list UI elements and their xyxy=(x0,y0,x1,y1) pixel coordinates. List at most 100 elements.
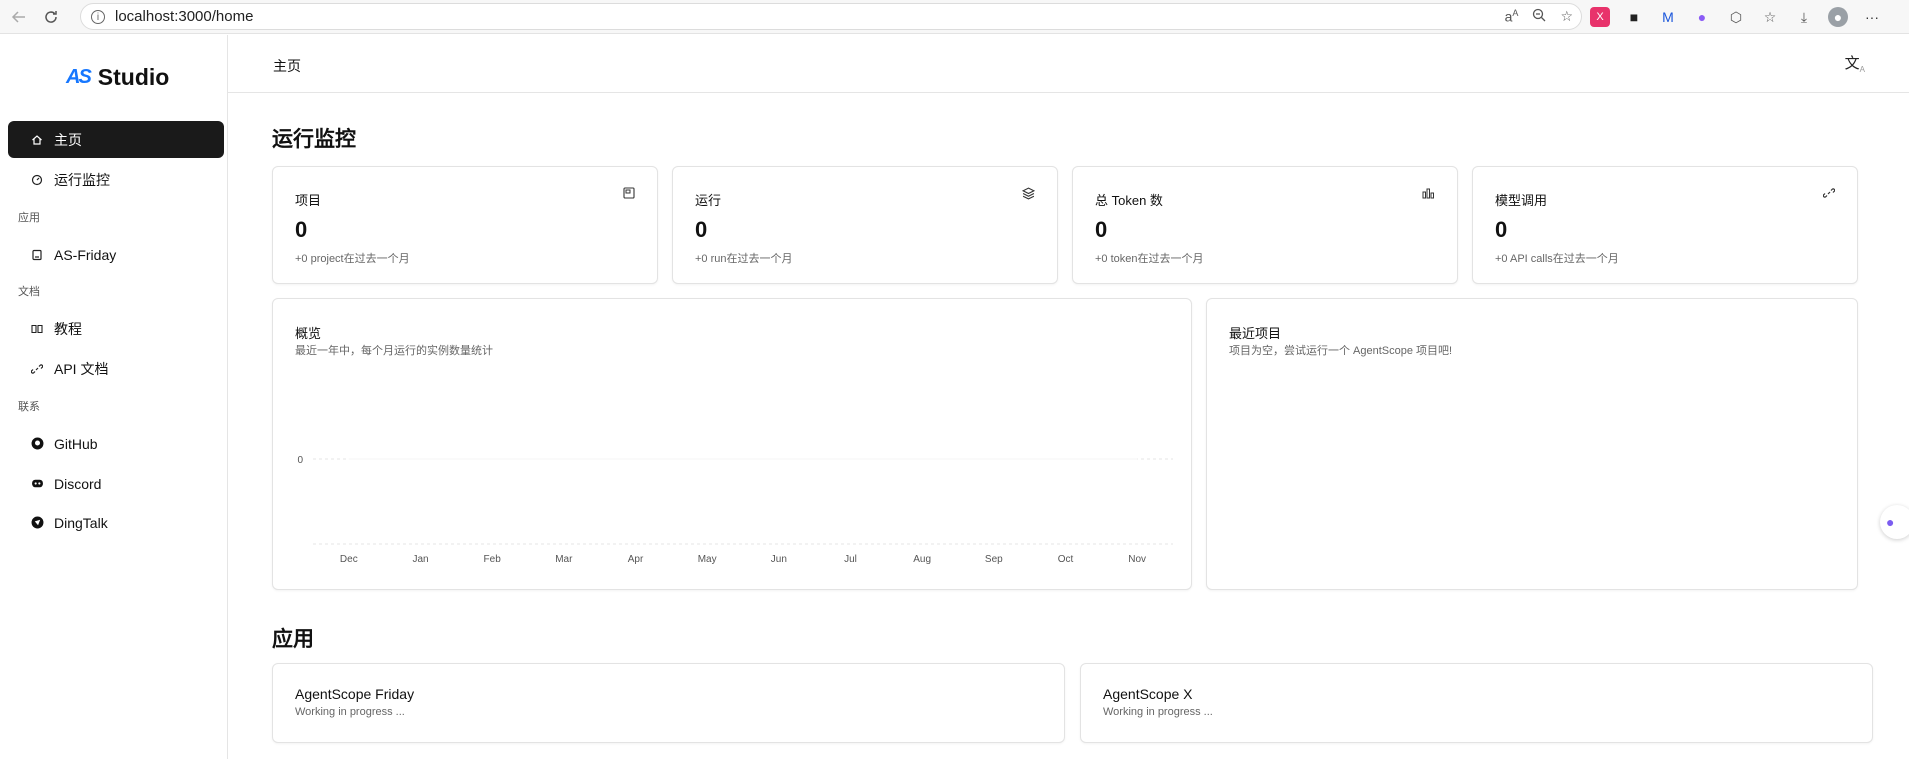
favorite-icon[interactable]: ☆ xyxy=(1560,8,1573,25)
zoom-icon[interactable] xyxy=(1532,8,1546,25)
sidebar-item-github[interactable]: GitHub xyxy=(8,425,224,462)
overview-subtitle: 最近一年中，每个月运行的实例数量统计 xyxy=(295,345,493,357)
x-tick-label: Dec xyxy=(340,554,358,565)
section-title-apps: 应用 xyxy=(272,628,314,651)
sidebar-item-label: 运行监控 xyxy=(54,171,110,188)
stat-value: 0 xyxy=(695,217,708,242)
stat-title: 运行 xyxy=(695,193,722,208)
collections-icon[interactable]: ☆ xyxy=(1760,7,1780,27)
brain-icon[interactable]: ● xyxy=(1692,7,1712,27)
sidebar-item-label: 主页 xyxy=(54,131,82,148)
stat-value: 0 xyxy=(1095,217,1108,242)
x-tick-label: Jun xyxy=(771,554,787,565)
url-text[interactable]: localhost:3000/home xyxy=(115,8,253,25)
stat-subtitle: +0 API calls在过去一个月 xyxy=(1495,253,1619,265)
extension-icon[interactable]: ■ xyxy=(1624,7,1644,27)
app-card-title: AgentScope X xyxy=(1103,686,1193,702)
sidebar-group-title: 联系 xyxy=(18,401,40,413)
app-card-x[interactable]: AgentScope X Working in progress ... xyxy=(1080,663,1873,743)
sidebar-item-label: DingTalk xyxy=(54,514,108,531)
brand-logo[interactable]: AS Studio xyxy=(66,64,169,91)
book-icon xyxy=(30,322,44,336)
extensions-icon[interactable]: ⬡ xyxy=(1726,7,1746,27)
x-tick-label: Sep xyxy=(985,554,1003,565)
sidebar-item-label: GitHub xyxy=(54,435,98,452)
sidebar-item-home[interactable]: 主页 xyxy=(8,121,224,158)
sidebar-item-tutorial[interactable]: 教程 xyxy=(8,310,224,347)
stat-title: 模型调用 xyxy=(1495,193,1548,208)
x-tick-label: Mar xyxy=(555,554,573,565)
stat-card-model-calls[interactable]: 模型调用 0 +0 API calls在过去一个月 xyxy=(1472,166,1858,284)
x-tick-label: Nov xyxy=(1128,554,1146,565)
recent-projects-title: 最近项目 xyxy=(1229,326,1282,341)
stat-subtitle: +0 run在过去一个月 xyxy=(695,253,793,265)
sidebar-item-label: AS-Friday xyxy=(54,246,117,263)
overview-chart: 0 Dec Jan Feb Mar Apr May Jun Jul Aug Sep Oct Nov xyxy=(297,455,1173,565)
sidebar-item-label: API 文档 xyxy=(54,360,109,377)
x-tick-label: Jul xyxy=(844,554,857,565)
github-icon xyxy=(30,437,44,451)
recent-projects-empty-text: 项目为空，尝试运行一个 AgentScope 项目吧! xyxy=(1229,345,1453,357)
x-tick-label: Aug xyxy=(913,554,931,565)
x-tick-label: Apr xyxy=(628,554,644,565)
sidebar-item-label: Discord xyxy=(54,475,102,492)
brand-name: Studio xyxy=(97,64,170,90)
brand-mark: AS xyxy=(66,66,92,88)
sidebar-item-api-docs[interactable]: API 文档 xyxy=(8,350,224,387)
app-card-subtitle: Working in progress ... xyxy=(295,706,405,718)
discord-icon xyxy=(30,477,44,491)
downloads-icon[interactable]: ⤓ xyxy=(1794,7,1814,27)
back-icon[interactable] xyxy=(6,4,32,30)
stat-title: 总 Token 数 xyxy=(1095,193,1163,208)
sidebar-item-discord[interactable]: Discord xyxy=(8,465,224,502)
dingtalk-icon xyxy=(30,516,44,530)
layers-icon xyxy=(1021,187,1036,203)
bar-chart-icon xyxy=(1422,187,1435,202)
sidebar-item-as-friday[interactable]: AS-Friday xyxy=(8,236,224,273)
read-aloud-icon[interactable]: aA xyxy=(1505,8,1519,25)
app-card-subtitle: Working in progress ... xyxy=(1103,706,1213,718)
section-title-monitor: 运行监控 xyxy=(272,128,356,151)
more-icon[interactable]: ··· xyxy=(1862,7,1882,27)
stat-card-runs[interactable]: 运行 0 +0 run在过去一个月 xyxy=(672,166,1058,284)
sidebar-group-title: 文档 xyxy=(18,286,40,298)
breadcrumb: 主页 xyxy=(273,58,301,74)
recent-projects-panel: 最近项目 项目为空，尝试运行一个 AgentScope 项目吧! xyxy=(1206,298,1858,590)
profile-icon[interactable]: ● xyxy=(1828,7,1848,27)
link-icon xyxy=(30,362,44,376)
project-icon xyxy=(623,187,635,202)
language-glyph: 文 xyxy=(1844,55,1860,72)
sidebar: AS Studio 主页 运行监控 应用 AS-Friday 文档 教程 API… xyxy=(0,35,228,759)
stat-title: 项目 xyxy=(295,193,322,208)
home-icon xyxy=(30,133,44,147)
x-tick-label: Jan xyxy=(412,554,428,565)
extension-icon[interactable]: X xyxy=(1590,7,1610,27)
sidebar-item-label: 教程 xyxy=(54,320,82,337)
app-card-friday[interactable]: AgentScope Friday Working in progress ..… xyxy=(272,663,1065,743)
sidebar-group-title: 应用 xyxy=(18,212,40,224)
x-tick-label: May xyxy=(698,554,717,565)
overview-panel: 概览 最近一年中，每个月运行的实例数量统计 0 Dec Jan Feb Mar Apr Ma… xyxy=(272,298,1192,590)
sidebar-item-monitor[interactable]: 运行监控 xyxy=(8,161,224,198)
address-bar[interactable]: i localhost:3000/home aA ☆ xyxy=(80,3,1582,30)
sidebar-item-dingtalk[interactable]: DingTalk xyxy=(8,504,224,541)
stat-value: 0 xyxy=(295,217,308,242)
language-icon[interactable]: 文A xyxy=(1845,52,1865,74)
main-header: 主页 文A xyxy=(228,35,1909,93)
stat-card-tokens[interactable]: 总 Token 数 0 +0 token在过去一个月 xyxy=(1072,166,1458,284)
mail-icon[interactable]: M xyxy=(1658,7,1678,27)
reload-icon[interactable] xyxy=(38,4,64,30)
info-icon[interactable]: i xyxy=(91,9,105,24)
app-card-title: AgentScope Friday xyxy=(295,686,415,702)
gauge-icon xyxy=(30,173,44,187)
stat-value: 0 xyxy=(1495,217,1508,242)
x-tick-label: Feb xyxy=(484,554,502,565)
x-tick-label: Oct xyxy=(1058,554,1074,565)
stat-subtitle: +0 project在过去一个月 xyxy=(295,253,410,265)
app-icon xyxy=(30,248,44,262)
overview-title: 概览 xyxy=(295,326,322,341)
stat-card-projects[interactable]: 项目 0 +0 project在过去一个月 xyxy=(272,166,658,284)
stat-subtitle: +0 token在过去一个月 xyxy=(1095,253,1204,265)
assistant-float-icon[interactable]: ● xyxy=(1880,505,1909,539)
link-icon xyxy=(1822,187,1836,202)
